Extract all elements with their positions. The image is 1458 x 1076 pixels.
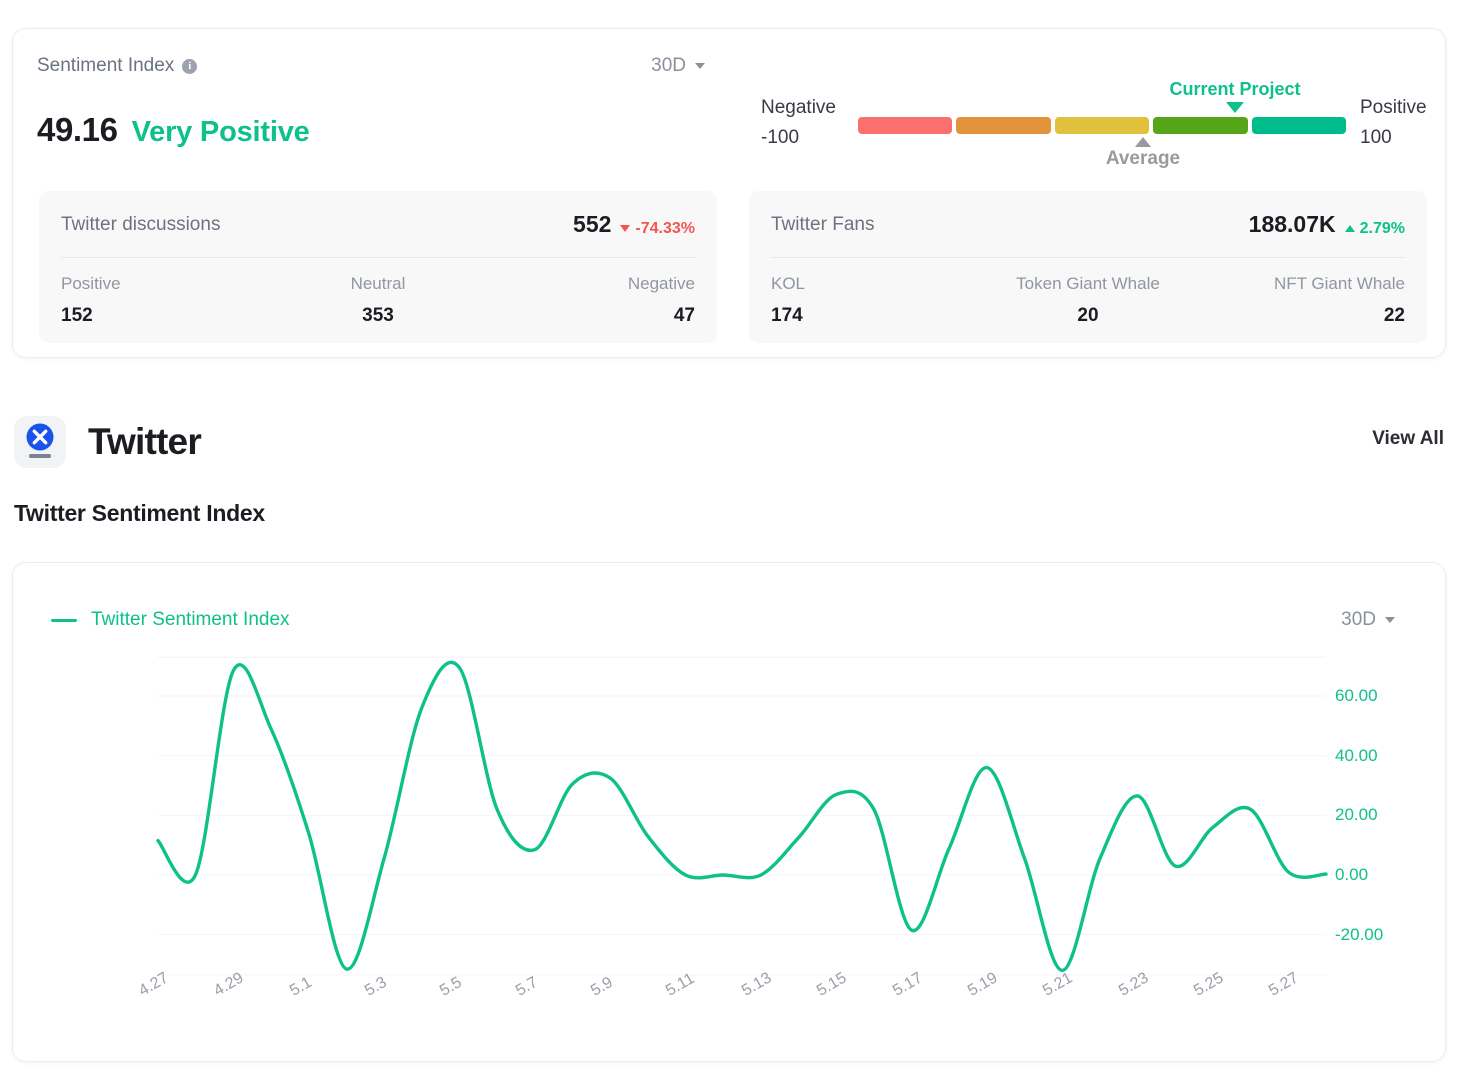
twitter-section-title: Twitter (88, 421, 201, 463)
twitter-discussions-delta: -74.33% (620, 220, 695, 238)
gauge-positive-label: Positive (1360, 93, 1427, 123)
gauge-segment-2 (1055, 117, 1149, 134)
breakdown-label: KOL (771, 274, 982, 294)
gauge-negative-side: Negative -100 (761, 93, 836, 153)
divider (61, 257, 695, 258)
sentiment-index-card: Sentiment Index i 30D 49.16 Very Positiv… (12, 28, 1446, 358)
breakdown-value: 152 (61, 305, 272, 327)
chart-y-axis-tick: -20.00 (1335, 925, 1383, 945)
breakdown-value: 353 (272, 305, 483, 327)
twitter-discussions-breakdown: Positive 152 Neutral 353 Negative 47 (61, 274, 695, 327)
gauge-average-marker: Average (1083, 137, 1203, 170)
breakdown-value: 47 (484, 305, 695, 327)
gauge-negative-label: Negative (761, 93, 836, 123)
chart-plot-area: 60.0040.0020.000.00-20.004.274.295.15.35… (13, 563, 1447, 1063)
divider (771, 257, 1405, 258)
breakdown-cell-nft-giant-whale: NFT Giant Whale 22 (1194, 274, 1405, 327)
chart-line-series (158, 662, 1326, 970)
sentiment-index-status: Very Positive (132, 116, 310, 149)
gauge-negative-value: -100 (761, 123, 836, 153)
breakdown-value: 20 (982, 305, 1193, 327)
gauge-segment-4 (1252, 117, 1346, 134)
gauge-current-project-label: Current Project (1145, 79, 1325, 100)
twitter-discussions-panel: Twitter discussions 552 -74.33% Positive… (39, 191, 717, 343)
arrow-down-icon (620, 225, 630, 232)
breakdown-label: Neutral (272, 274, 483, 294)
triangle-down-icon (1226, 102, 1244, 113)
twitter-discussions-header: Twitter discussions 552 -74.33% (61, 211, 695, 238)
breakdown-value: 22 (1194, 305, 1405, 327)
breakdown-cell-token-giant-whale: Token Giant Whale 20 (982, 274, 1193, 327)
breakdown-cell-negative: Negative 47 (484, 274, 695, 327)
gauge-current-project-marker: Current Project (1145, 79, 1325, 113)
twitter-fans-panel: Twitter Fans 188.07K 2.79% KOL 174 Token… (749, 191, 1427, 343)
gauge-average-label: Average (1083, 148, 1203, 170)
chart-y-axis-tick: 0.00 (1335, 865, 1368, 885)
triangle-up-icon (1135, 137, 1151, 147)
twitter-section-header: Twitter View All (14, 412, 1444, 472)
sentiment-range-dropdown[interactable]: 30D (651, 55, 705, 77)
twitter-discussions-label: Twitter discussions (61, 214, 220, 236)
breakdown-label: Negative (484, 274, 695, 294)
twitter-sentiment-chart-card: Twitter Sentiment Index 30D 60.0040.0020… (12, 562, 1446, 1062)
sentiment-dashboard-page: Sentiment Index i 30D 49.16 Very Positiv… (0, 0, 1458, 1076)
breakdown-cell-neutral: Neutral 353 (272, 274, 483, 327)
breakdown-cell-positive: Positive 152 (61, 274, 272, 327)
page-title: Sentiment Index (37, 55, 174, 77)
twitter-fans-value: 188.07K (1249, 211, 1336, 238)
twitter-fans-breakdown: KOL 174 Token Giant Whale 20 NFT Giant W… (771, 274, 1405, 327)
sentiment-index-header: Sentiment Index i (37, 55, 197, 77)
breakdown-value: 174 (771, 305, 982, 327)
view-all-link[interactable]: View All (1372, 428, 1444, 450)
twitter-discussions-delta-text: -74.33% (635, 220, 695, 238)
gauge-positive-side: Positive 100 (1360, 93, 1427, 153)
gauge-segment-0 (858, 117, 952, 134)
breakdown-label: NFT Giant Whale (1194, 274, 1405, 294)
gauge-positive-value: 100 (1360, 123, 1427, 153)
twitter-fans-delta-text: 2.79% (1360, 220, 1405, 238)
twitter-sentiment-index-heading: Twitter Sentiment Index (14, 500, 265, 527)
twitter-discussions-value: 552 (573, 211, 611, 238)
gauge-segments (858, 117, 1346, 134)
twitter-x-icon (14, 416, 66, 468)
arrow-up-icon (1345, 225, 1355, 232)
twitter-fans-value-group: 188.07K 2.79% (1249, 211, 1405, 238)
sentiment-range-label: 30D (651, 55, 686, 77)
sentiment-index-value: 49.16 (37, 111, 118, 149)
gauge-segment-1 (956, 117, 1050, 134)
twitter-fans-delta: 2.79% (1345, 220, 1405, 238)
gauge-segment-3 (1153, 117, 1247, 134)
sentiment-index-value-row: 49.16 Very Positive (37, 111, 310, 149)
twitter-fans-label: Twitter Fans (771, 214, 874, 236)
chart-y-axis-tick: 20.00 (1335, 805, 1378, 825)
breakdown-label: Token Giant Whale (982, 274, 1193, 294)
breakdown-cell-kol: KOL 174 (771, 274, 982, 327)
info-icon[interactable]: i (182, 59, 197, 74)
sentiment-gauge: Negative -100 Positive 100 Current Proje… (753, 75, 1433, 175)
breakdown-label: Positive (61, 274, 272, 294)
twitter-fans-header: Twitter Fans 188.07K 2.79% (771, 211, 1405, 238)
chevron-down-icon (695, 63, 705, 69)
chart-y-axis-tick: 60.00 (1335, 686, 1378, 706)
chart-y-axis-tick: 40.00 (1335, 746, 1378, 766)
twitter-discussions-value-group: 552 -74.33% (573, 211, 695, 238)
